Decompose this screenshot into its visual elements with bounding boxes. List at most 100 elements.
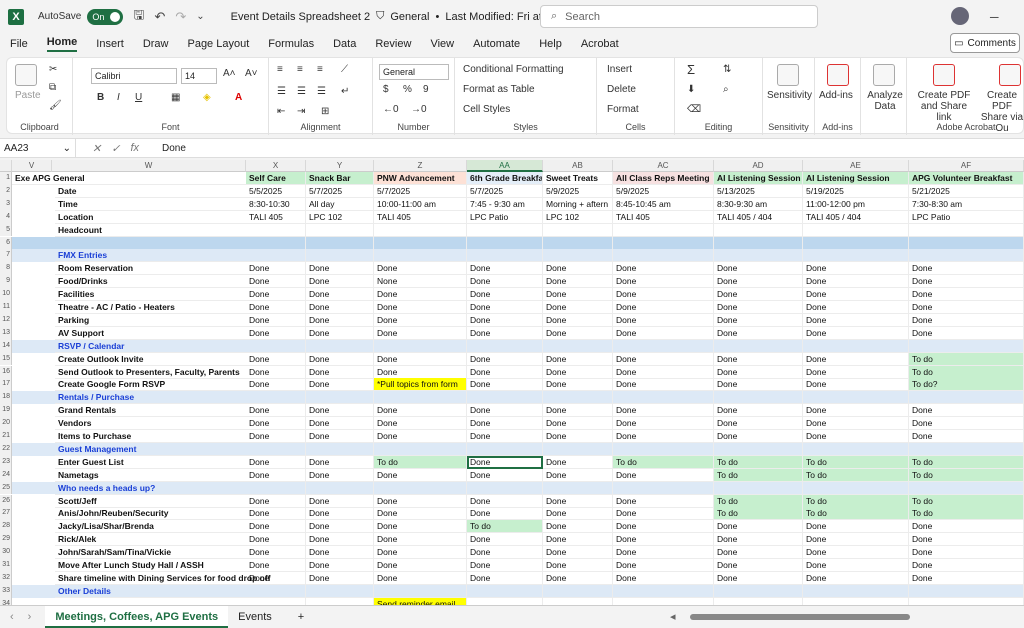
tab-file[interactable]: File <box>10 38 28 50</box>
cell-ad2[interactable]: 5/13/2025 <box>714 184 803 198</box>
cell-af9[interactable]: Done <box>909 275 1024 289</box>
cell-z16[interactable]: Done <box>374 365 467 379</box>
cell-ad8[interactable]: Done <box>714 262 803 276</box>
cell-z10[interactable]: Done <box>374 288 467 302</box>
row-header[interactable]: 23 <box>0 455 12 469</box>
row-label[interactable]: FMX Entries <box>55 249 246 263</box>
row-label[interactable]: Guest Management <box>55 443 246 456</box>
font-color-icon[interactable]: A <box>235 92 242 103</box>
cell-af10[interactable]: Done <box>909 288 1024 302</box>
cell-ab22[interactable] <box>543 442 613 456</box>
cell-ac20[interactable]: Done <box>613 417 714 431</box>
cell-ab6[interactable] <box>543 236 613 250</box>
cell-aa27[interactable]: Done <box>467 507 543 521</box>
cell-ac21[interactable]: Done <box>613 430 714 443</box>
cell-ad19[interactable]: Done <box>714 404 803 418</box>
cell-y12[interactable]: Done <box>306 313 374 327</box>
cell-ac28[interactable]: Done <box>613 520 714 534</box>
cell-ae13[interactable]: Done <box>803 326 909 340</box>
cell-ac2[interactable]: 5/9/2025 <box>613 184 714 198</box>
column-header-z[interactable]: Z <box>374 160 467 172</box>
cell-ae16[interactable]: Done <box>803 365 909 379</box>
cell-af5[interactable] <box>909 223 1024 237</box>
decrease-indent-icon[interactable]: ⇤ <box>277 106 285 117</box>
row-label[interactable]: Headcount <box>55 224 246 237</box>
row-header[interactable]: 14 <box>0 339 12 353</box>
cell-ab12[interactable]: Done <box>543 313 613 327</box>
cell-ae19[interactable]: Done <box>803 404 909 418</box>
row-header[interactable]: 16 <box>0 365 12 379</box>
row-header[interactable]: 26 <box>0 494 12 508</box>
cell-ac1[interactable]: All Class Reps Meeting <box>613 172 714 185</box>
cell-ac6[interactable] <box>613 236 714 250</box>
cell-af24[interactable]: To do <box>909 468 1024 482</box>
cell-aa2[interactable]: 5/7/2025 <box>467 184 543 198</box>
cell-z18[interactable] <box>374 391 467 405</box>
cell-af22[interactable] <box>909 442 1024 456</box>
cell-ac33[interactable] <box>613 584 714 598</box>
tab-home[interactable]: Home <box>46 36 78 52</box>
cell-x14[interactable] <box>246 339 306 353</box>
cell-ac23[interactable]: To do <box>613 455 714 469</box>
minimize-icon[interactable]: ─ <box>990 10 999 24</box>
cell-aa19[interactable]: Done <box>467 404 543 418</box>
row-label[interactable]: Scott/Jeff <box>55 495 246 508</box>
row-header[interactable]: 30 <box>0 546 12 559</box>
align-top-icon[interactable]: ≡ <box>277 64 283 75</box>
cell-z1[interactable]: PNW Advancement <box>374 172 467 185</box>
cell-ad32[interactable]: Done <box>714 571 803 585</box>
format-painter-icon[interactable]: 🖌 <box>49 100 62 111</box>
cell-ad6[interactable] <box>714 236 803 250</box>
cell-aa9[interactable]: Done <box>467 275 543 289</box>
row-header[interactable]: 27 <box>0 507 12 521</box>
cell-ad13[interactable]: Done <box>714 326 803 340</box>
cell-ad4[interactable]: TALI 405 / 404 <box>714 210 803 224</box>
cell-y33[interactable] <box>306 584 374 598</box>
cell-ac29[interactable]: Done <box>613 533 714 547</box>
cell-af16[interactable]: To do <box>909 365 1024 379</box>
create-pdf-share-link-button[interactable]: Create PDF and Share link <box>913 90 975 123</box>
cell-z12[interactable]: Done <box>374 313 467 327</box>
cell-ab11[interactable]: Done <box>543 301 613 314</box>
cell-aa28[interactable]: To do <box>467 520 543 534</box>
row-header[interactable]: 7 <box>0 249 12 263</box>
cell-ae22[interactable] <box>803 442 909 456</box>
cell-ac14[interactable] <box>613 339 714 353</box>
cell-x24[interactable]: Done <box>246 468 306 482</box>
cell-x23[interactable]: Done <box>246 455 306 469</box>
cell-aa33[interactable] <box>467 584 543 598</box>
cell-aa31[interactable]: Done <box>467 559 543 572</box>
cell-af28[interactable]: Done <box>909 520 1024 534</box>
cell-ac15[interactable]: Done <box>613 352 714 366</box>
row-label[interactable]: Move After Lunch Study Hall / ASSH <box>55 559 246 572</box>
font-size-box[interactable]: 14 <box>181 68 217 84</box>
cell-x21[interactable]: Done <box>246 430 306 443</box>
formula-input[interactable]: Done <box>156 143 186 154</box>
cell-aa17[interactable]: Done <box>467 378 543 392</box>
cell-af6[interactable] <box>909 236 1024 250</box>
align-middle-icon[interactable]: ≡ <box>297 64 303 75</box>
cell-ae15[interactable]: Done <box>803 352 909 366</box>
row-label[interactable]: Date <box>55 185 246 198</box>
cell-ae20[interactable]: Done <box>803 417 909 431</box>
cell-ae11[interactable]: Done <box>803 301 909 314</box>
cell-ad25[interactable] <box>714 481 803 495</box>
cell-z11[interactable]: Done <box>374 301 467 314</box>
cell-z25[interactable] <box>374 481 467 495</box>
clear-icon[interactable]: ⌫ <box>687 104 701 115</box>
cell-ae17[interactable]: Done <box>803 378 909 392</box>
cell-z5[interactable] <box>374 223 467 237</box>
conditional-formatting-button[interactable]: Conditional Formatting <box>463 64 564 75</box>
row-header[interactable]: 4 <box>0 210 12 224</box>
wrap-text-icon[interactable]: ↵ <box>341 86 349 97</box>
row-header[interactable]: 1 <box>0 172 12 185</box>
row-label[interactable]: Who needs a heads up? <box>55 482 246 495</box>
cell-ad33[interactable] <box>714 584 803 598</box>
cell-y27[interactable]: Done <box>306 507 374 521</box>
cell-ac32[interactable]: Done <box>613 571 714 585</box>
comma-icon[interactable]: 9 <box>423 84 429 95</box>
cell-ab20[interactable]: Done <box>543 417 613 431</box>
cell-ac18[interactable] <box>613 391 714 405</box>
cell-ab19[interactable]: Done <box>543 404 613 418</box>
column-header-y[interactable]: Y <box>306 160 374 172</box>
